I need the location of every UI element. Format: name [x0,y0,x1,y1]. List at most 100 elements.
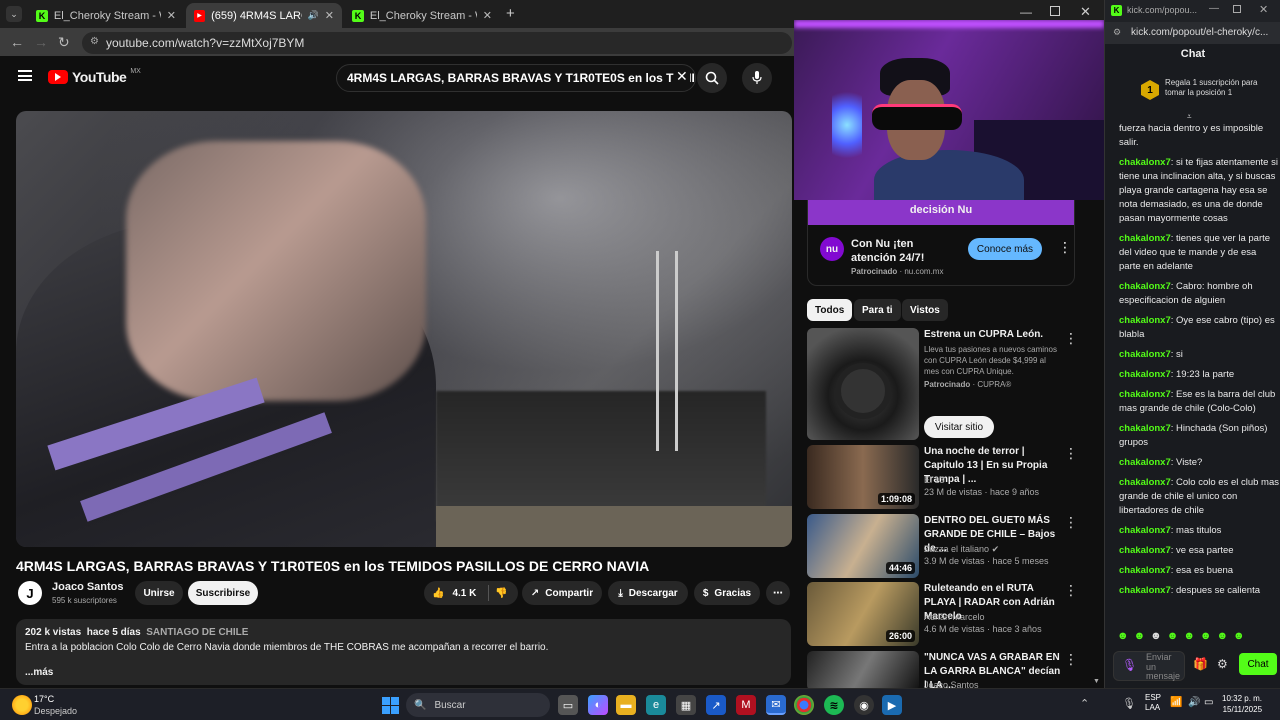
window-close-icon[interactable]: ✕ [1259,3,1268,16]
chat-username[interactable]: chakalonx7 [1119,157,1171,168]
video-channel[interactable]: Joaco Santos [924,680,979,688]
video-title[interactable]: Una noche de terror | Capitulo 13 | En s… [924,445,1062,487]
more-vert-icon[interactable]: ⋮ [1064,445,1078,462]
like-count[interactable]: 4.1 K [452,588,476,599]
video-thumbnail[interactable]: 44:46 [807,514,919,578]
tab-kick-2[interactable]: K El_Cheroky Stream - Watch Live ✕ [344,3,500,28]
settings-icon[interactable]: ⚙ [1217,657,1228,671]
window-close-icon[interactable]: ✕ [1080,4,1091,20]
url-field[interactable]: ⚙ youtube.com/watch?v=zzMtXoj7BYM [82,32,792,54]
channel-avatar[interactable]: J [18,581,42,605]
search-button[interactable] [697,63,727,93]
video-thumbnail[interactable]: 1:09:08 [807,445,919,509]
task-view-icon[interactable]: ▭ [558,695,578,715]
tab-kick-1[interactable]: K El_Cheroky Stream - Watch Live ✕ [28,3,184,28]
chrome-icon[interactable] [794,695,814,715]
microphone-icon[interactable]: 🎙 [1122,658,1137,672]
join-button[interactable]: Unirse [135,581,183,605]
popout-url[interactable]: kick.com/popout/el-cheroky/c... [1131,27,1279,38]
close-icon[interactable]: ✕ [483,9,492,22]
chat-username[interactable]: chakalonx7 [1119,477,1171,488]
forward-icon[interactable]: → [34,34,48,50]
emote-icon[interactable]: ☻ [1216,630,1228,644]
chat-username[interactable]: chakalonx7 [1119,349,1171,360]
speaker-icon[interactable]: 🔊 [308,10,319,21]
list-item[interactable]: 26:00 Ruleteando en el RUTA PLAYA | RADA… [807,582,1105,646]
video-channel[interactable]: Adrián Marcelo [924,612,985,622]
list-item[interactable]: "NUNCA VAS A GRABAR EN LA GARRA BLANCA" … [807,651,1105,688]
chat-input[interactable]: 🎙 Enviar un mensaje [1113,651,1185,681]
subscribe-button[interactable]: Suscribirse [188,581,258,605]
more-vert-icon[interactable]: ⋮ [1064,330,1078,347]
chat-send-button[interactable]: Chat [1239,653,1277,675]
download-button[interactable]: ⤓ Descargar [608,581,688,605]
more-vert-icon[interactable]: ⋮ [1058,239,1072,256]
weather-moon-icon[interactable] [12,695,32,715]
ad-thumbnail[interactable] [807,328,919,440]
emote-icon[interactable]: ☻ [1117,630,1129,644]
weather-temp[interactable]: 17°C [34,694,54,704]
chat-username[interactable]: chakalonx7 [1119,457,1171,468]
gift-sub-banner[interactable]: 1 Regala 1 suscripción para tomar la pos… [1119,72,1279,108]
chat-username[interactable]: chakalonx7 [1119,281,1171,292]
cupra-ad[interactable]: Estrena un CUPRA León. Lleva tus pasione… [807,328,1105,440]
chat-username[interactable]: chakalonx7 [1119,423,1171,434]
tray-chevron-icon[interactable]: ⌃ [1080,697,1089,710]
file-explorer-icon[interactable]: ▬ [616,695,636,715]
youtube-logo[interactable]: YouTube MX [48,68,141,85]
windows-start-icon[interactable] [380,695,400,715]
share-button[interactable]: ↗ Compartir [522,581,602,605]
visit-site-button[interactable]: Visitar sitio [924,416,994,438]
pin-collapse-icon[interactable]: ⩡ [1187,112,1192,122]
emote-icon[interactable]: ☻ [1200,630,1212,644]
chip-para-ti[interactable]: Para ti [854,299,901,321]
list-item[interactable]: 1:09:08 Una noche de terror | Capitulo 1… [807,445,1105,509]
close-icon[interactable]: ✕ [325,9,334,22]
mail-icon[interactable]: ✉ [766,695,786,715]
more-vert-icon[interactable]: ⋮ [1064,514,1078,531]
chat-username[interactable]: chakalonx7 [1119,389,1171,400]
gift-icon[interactable]: 🎁 [1193,657,1208,671]
close-icon[interactable]: ✕ [167,9,176,22]
minimize-icon[interactable]: — [1020,5,1032,19]
thumbs-up-icon[interactable]: 👍 [432,588,444,599]
tab-list-button[interactable]: ⌄ [6,6,22,22]
show-more-link[interactable]: ...más [25,667,782,678]
new-tab-icon[interactable]: + [506,5,515,22]
chat-username[interactable]: chakalonx7 [1119,585,1171,596]
app-icon[interactable]: ↗ [706,695,726,715]
volume-icon[interactable]: 🔊 [1188,697,1200,708]
description-box[interactable]: 202 k vistas hace 5 días SANTIAGO DE CHI… [16,619,791,685]
search-input[interactable]: 4RM4S LARGAS, BARRAS BRAVAS Y T1R0TE0S e… [336,64,696,92]
list-item[interactable]: 44:46 DENTRO DEL GUET0 MÁS GRANDE DE CHI… [807,514,1105,578]
minimize-icon[interactable]: — [1209,3,1219,14]
scroll-down-icon[interactable]: ▼ [1093,678,1101,686]
site-info-icon[interactable]: ⚙ [1113,27,1121,38]
video-channel[interactable]: Zazza el italiano ✔ [924,544,999,555]
tab-youtube[interactable]: ▶ (659) 4RM4S LARGAS, BARR 🔊 ✕ [186,3,342,28]
maximize-icon[interactable] [1233,5,1241,13]
thumbs-down-icon[interactable]: 👎 [495,588,507,599]
voice-search-button[interactable] [742,63,772,93]
back-icon[interactable]: ← [10,34,24,50]
clock[interactable]: 10:32 p. m. 15/11/2025 [1222,693,1262,715]
app-icon-2[interactable]: ◉ [854,695,874,715]
chat-username[interactable]: chakalonx7 [1119,545,1171,556]
location-tag[interactable]: SANTIAGO DE CHILE [146,627,248,638]
emote-icon[interactable]: ☻ [1233,630,1245,644]
emote-icon[interactable]: ☻ [1183,630,1195,644]
chip-vistos[interactable]: Vistos [902,299,948,321]
video-thumbnail[interactable]: 26:00 [807,582,919,646]
more-vert-icon[interactable]: ⋮ [1064,582,1078,599]
video-app-icon[interactable]: ▶ [882,695,902,715]
edge-icon[interactable]: e [646,695,666,715]
video-player[interactable] [16,111,792,547]
channel-name[interactable]: Joaco Santos [52,581,124,593]
chip-todos[interactable]: Todos [807,299,853,321]
emote-icon[interactable]: ☻ [1167,630,1179,644]
battery-icon[interactable]: ▭ [1204,697,1213,708]
chat-username[interactable]: chakalonx7 [1119,315,1171,326]
thanks-button[interactable]: $ Gracias [694,581,760,605]
reload-icon[interactable]: ↻ [58,34,70,51]
wifi-icon[interactable]: 📶 [1170,697,1182,708]
